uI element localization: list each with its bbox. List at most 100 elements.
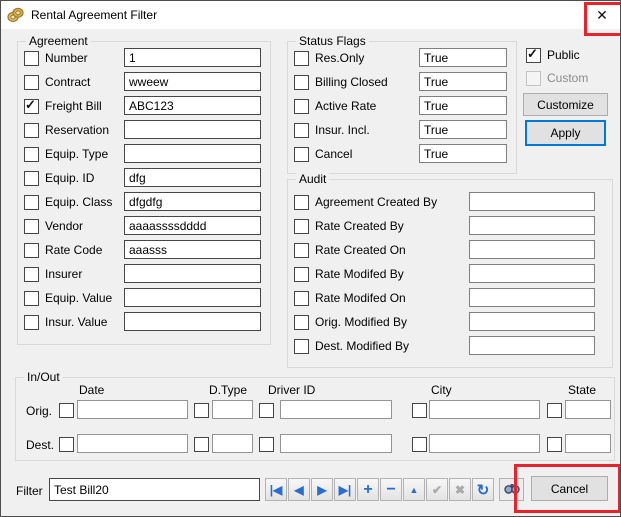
number-checkbox[interactable] — [24, 51, 39, 66]
number-input[interactable] — [124, 48, 261, 67]
customize-button[interactable]: Customize — [523, 93, 608, 116]
filter-input[interactable] — [49, 478, 260, 501]
rate-modified-on-label: Rate Modifed On — [315, 291, 406, 305]
nav-next-button[interactable]: ▶ — [311, 478, 333, 501]
equip-id-label: Equip. ID — [45, 171, 94, 185]
rate-created-by-input[interactable] — [469, 216, 595, 235]
insurer-checkbox[interactable] — [24, 267, 39, 282]
nav-last-button[interactable]: ▶| — [334, 478, 356, 501]
orig-d-type-input[interactable] — [212, 400, 253, 419]
nav-refresh-button[interactable]: ↻ — [472, 478, 494, 501]
nav-first-button[interactable]: |◀ — [265, 478, 287, 501]
res-only-checkbox[interactable] — [294, 51, 309, 66]
reservation-input[interactable] — [124, 120, 261, 139]
filter-label: Filter — [16, 484, 43, 498]
insur-value-input[interactable] — [124, 312, 261, 331]
d-type-column-header: D.Type — [209, 383, 247, 397]
cancel-flag-value-input[interactable] — [419, 144, 507, 163]
close-button[interactable]: ✕ — [587, 3, 617, 28]
dest-modified-by-checkbox[interactable] — [294, 339, 309, 354]
orig-city-checkbox[interactable] — [412, 403, 427, 418]
public-checkbox[interactable] — [526, 48, 541, 63]
contract-input[interactable] — [124, 72, 261, 91]
orig-state-checkbox[interactable] — [547, 403, 562, 418]
dest-date-input[interactable] — [77, 434, 188, 453]
res-only-value-input[interactable] — [419, 48, 507, 67]
dest-city-checkbox[interactable] — [412, 437, 427, 452]
orig-driver-id-checkbox[interactable] — [259, 403, 274, 418]
vendor-checkbox[interactable] — [24, 219, 39, 234]
billing-closed-value-input[interactable] — [419, 72, 507, 91]
custom-checkbox — [526, 71, 541, 86]
rate-modified-on-input[interactable] — [469, 288, 595, 307]
dest-d-type-input[interactable] — [212, 434, 253, 453]
date-column-header: Date — [79, 383, 104, 397]
cancel-button[interactable]: Cancel — [531, 476, 608, 501]
contract-checkbox[interactable] — [24, 75, 39, 90]
orig-driver-id-input[interactable] — [280, 400, 392, 419]
rate-code-checkbox[interactable] — [24, 243, 39, 258]
agreement-created-by-input[interactable] — [469, 192, 595, 211]
agreement-created-by-checkbox[interactable] — [294, 195, 309, 210]
equip-value-checkbox[interactable] — [24, 291, 39, 306]
insur-value-label: Insur. Value — [45, 315, 107, 329]
active-rate-value-input[interactable] — [419, 96, 507, 115]
contract-label: Contract — [45, 75, 90, 89]
equip-class-input[interactable] — [124, 192, 261, 211]
dest-row-label: Dest. — [26, 438, 58, 452]
freight-bill-label: Freight Bill — [45, 99, 102, 113]
dest-d-type-checkbox[interactable] — [194, 437, 209, 452]
equip-class-checkbox[interactable] — [24, 195, 39, 210]
dest-driver-id-checkbox[interactable] — [259, 437, 274, 452]
equip-id-checkbox[interactable] — [24, 171, 39, 186]
rate-created-on-checkbox[interactable] — [294, 243, 309, 258]
orig-date-checkbox[interactable] — [59, 403, 74, 418]
nav-delete-button[interactable]: − — [380, 478, 402, 501]
vendor-input[interactable] — [124, 216, 261, 235]
dest-city-input[interactable] — [429, 434, 540, 453]
billing-closed-checkbox[interactable] — [294, 75, 309, 90]
dest-modified-by-input[interactable] — [469, 336, 595, 355]
orig-date-input[interactable] — [77, 400, 188, 419]
insurer-input[interactable] — [124, 264, 261, 283]
rate-modified-by-label: Rate Modifed By — [315, 267, 404, 281]
dest-driver-id-input[interactable] — [280, 434, 392, 453]
orig-d-type-checkbox[interactable] — [194, 403, 209, 418]
rate-code-input[interactable] — [124, 240, 261, 259]
rate-modified-by-input[interactable] — [469, 264, 595, 283]
equip-id-input[interactable] — [124, 168, 261, 187]
cancel-flag-label: Cancel — [315, 147, 352, 161]
insurer-label: Insurer — [45, 267, 82, 281]
orig-modified-by-checkbox[interactable] — [294, 315, 309, 330]
cancel-flag-checkbox[interactable] — [294, 147, 309, 162]
insur-value-checkbox[interactable] — [24, 315, 39, 330]
orig-city-input[interactable] — [429, 400, 540, 419]
insur-incl-checkbox[interactable] — [294, 123, 309, 138]
rate-modified-on-checkbox[interactable] — [294, 291, 309, 306]
orig-modified-by-input[interactable] — [469, 312, 595, 331]
orig-state-input[interactable] — [565, 400, 611, 419]
nav-prior-button[interactable]: ◀ — [288, 478, 310, 501]
dest-state-input[interactable] — [565, 434, 611, 453]
apply-button[interactable]: Apply — [525, 120, 606, 146]
rate-created-by-checkbox[interactable] — [294, 219, 309, 234]
public-row: Public — [526, 45, 616, 65]
insur-incl-value-input[interactable] — [419, 120, 507, 139]
equip-type-checkbox[interactable] — [24, 147, 39, 162]
rate-modified-by-checkbox[interactable] — [294, 267, 309, 282]
res-only-label: Res.Only — [315, 51, 364, 65]
equip-value-input[interactable] — [124, 288, 261, 307]
search-button[interactable] — [499, 478, 524, 501]
dest-date-checkbox[interactable] — [59, 437, 74, 452]
reservation-checkbox[interactable] — [24, 123, 39, 138]
freight-bill-checkbox[interactable] — [24, 99, 39, 114]
dest-state-checkbox[interactable] — [547, 437, 562, 452]
driver-id-column-header: Driver ID — [268, 383, 315, 397]
equip-class-label: Equip. Class — [45, 195, 112, 209]
active-rate-checkbox[interactable] — [294, 99, 309, 114]
nav-edit-button[interactable]: ▲ — [403, 478, 425, 501]
rate-created-on-input[interactable] — [469, 240, 595, 259]
freight-bill-input[interactable] — [124, 96, 261, 115]
equip-type-input[interactable] — [124, 144, 261, 163]
nav-insert-button[interactable]: + — [357, 478, 379, 501]
